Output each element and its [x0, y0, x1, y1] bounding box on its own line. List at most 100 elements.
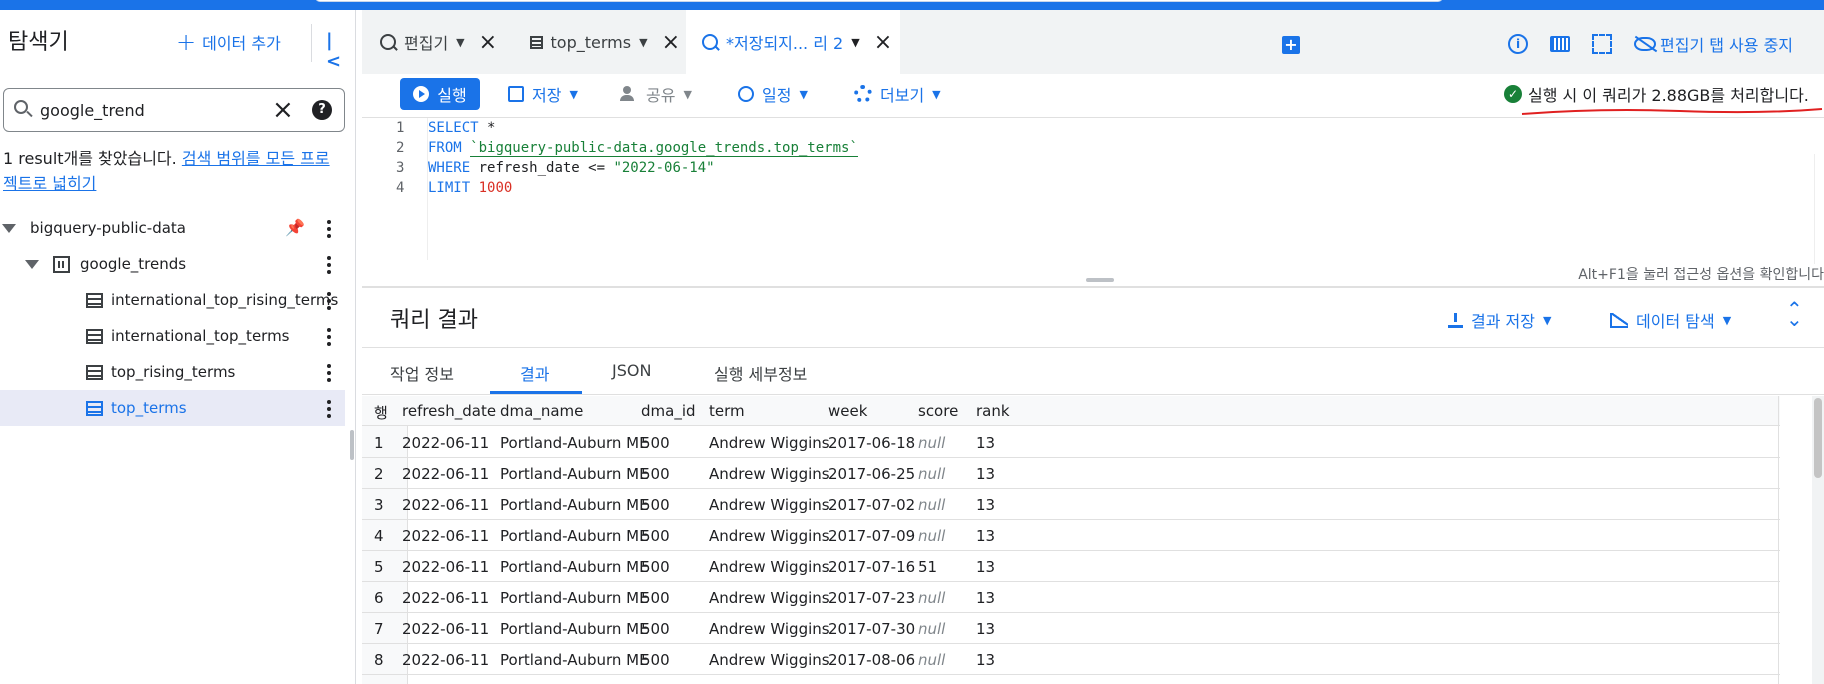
search-icon	[14, 100, 28, 114]
tab-json[interactable]: JSON	[612, 361, 651, 380]
more-options-icon[interactable]	[327, 256, 331, 274]
close-tab-icon[interactable]: ×	[874, 30, 892, 55]
line-number: 2	[396, 140, 405, 156]
code-line[interactable]: FROM `bigquery-public-data.google_trends…	[428, 140, 858, 157]
tab-results[interactable]: 결과	[520, 361, 549, 385]
sql-editor[interactable]: 1 2 3 4 SELECT * FROM `bigquery-public-d…	[362, 118, 1824, 286]
table-row[interactable]: 6 2022-06-11 Portland-Auburn ME 500 Andrew W…	[362, 582, 1780, 613]
close-tab-icon[interactable]: ×	[662, 30, 680, 55]
pin-icon[interactable]: 📌	[285, 218, 305, 237]
clear-search-icon[interactable]: ×	[272, 95, 294, 125]
table-row[interactable]: 1 2022-06-11 Portland-Auburn ME 500 Andrew W…	[362, 427, 1780, 458]
results-scrollbar[interactable]	[1812, 396, 1824, 684]
more-options-icon[interactable]	[327, 400, 331, 418]
table-row[interactable]: 5 2022-06-11 Portland-Auburn ME 500 Andrew W…	[362, 551, 1780, 582]
tab-execution-details[interactable]: 실행 세부정보	[714, 361, 807, 385]
table-row[interactable]: 8 2022-06-11 Portland-Auburn ME 500 Andrew W…	[362, 644, 1780, 675]
column-header[interactable]: refresh_date	[402, 402, 496, 420]
expand-arrow-icon[interactable]	[25, 259, 39, 269]
more-button[interactable]: 더보기 ▼	[854, 82, 941, 106]
chevron-down-icon[interactable]: ▼	[456, 36, 464, 49]
code-line[interactable]: WHERE refresh_date <= "2022-06-14"	[428, 160, 715, 176]
collapse-panel-icon[interactable]: |<	[326, 30, 346, 72]
run-button[interactable]: 실행	[400, 78, 480, 110]
column-header[interactable]: rank	[976, 402, 1010, 420]
more-options-icon[interactable]	[327, 292, 331, 310]
editor-scrollbar[interactable]	[1814, 154, 1824, 264]
table-cell: 2022-06-11	[402, 496, 490, 514]
table-cell: null	[918, 527, 946, 545]
table-cell: 13	[976, 620, 996, 638]
tree-item-table-selected[interactable]: top_terms	[0, 390, 345, 426]
disable-editor-tabs-button[interactable]: 편집기 탭 사용 중지	[1634, 32, 1793, 56]
search-input[interactable]: google_trend	[40, 101, 145, 120]
expand-arrow-icon[interactable]	[2, 223, 16, 233]
info-icon[interactable]: i	[1508, 34, 1528, 54]
table-row[interactable]: 3 2022-06-11 Portland-Auburn ME 500 Andrew W…	[362, 489, 1780, 520]
column-header[interactable]: score	[918, 402, 958, 420]
table-cell: 2022-06-11	[402, 620, 490, 638]
table-reference[interactable]: `bigquery-public-data.google_trends.top_…	[470, 140, 858, 157]
column-header[interactable]: dma_name	[500, 402, 583, 420]
table-icon	[530, 35, 543, 49]
table-cell: Andrew Wiggins	[709, 496, 830, 514]
share-button[interactable]: 공유 ▼	[620, 82, 692, 106]
tab-job-info[interactable]: 작업 정보	[390, 361, 454, 385]
more-options-icon[interactable]	[327, 328, 331, 346]
fullscreen-icon[interactable]	[1592, 34, 1612, 54]
table-row[interactable]: 2 2022-06-11 Portland-Auburn ME 500 Andrew W…	[362, 458, 1780, 489]
column-header[interactable]: term	[709, 402, 745, 420]
more-options-icon[interactable]	[327, 364, 331, 382]
save-label: 저장	[532, 86, 562, 105]
table-cell: Andrew Wiggins	[709, 620, 830, 638]
tree-item-table[interactable]: international_top_rising_terms	[0, 282, 345, 318]
gear-icon	[854, 85, 872, 103]
save-results-button[interactable]: 결과 저장 ▼	[1448, 308, 1551, 332]
tab-label: 편집기	[404, 34, 449, 53]
table-cell: 500	[641, 620, 670, 638]
chevron-down-icon: ▼	[1722, 313, 1732, 327]
chevron-down-icon: ▼	[683, 87, 692, 101]
drag-handle-icon[interactable]	[1086, 278, 1114, 282]
table-row[interactable]: 7 2022-06-11 Portland-Auburn ME 500 Andrew W…	[362, 613, 1780, 644]
column-header[interactable]: dma_id	[641, 402, 696, 420]
tab-unsaved-query[interactable]: *저장되지... 리 2 ▼ ×	[686, 10, 900, 74]
save-button[interactable]: 저장 ▼	[508, 82, 578, 106]
table-cell: 2022-06-11	[402, 558, 490, 576]
run-label: 실행	[437, 86, 467, 105]
explore-data-button[interactable]: 데이터 탐색 ▼	[1610, 308, 1731, 332]
code-line[interactable]: LIMIT 1000	[428, 180, 512, 196]
add-data-label: 데이터 추가	[202, 34, 281, 53]
panel-resize-handle[interactable]	[350, 430, 354, 460]
tree-item-label: top_rising_terms	[111, 363, 236, 381]
tree-item-dataset[interactable]: google_trends	[0, 246, 345, 282]
column-header[interactable]: week	[828, 402, 867, 420]
tree-item-table[interactable]: top_rising_terms	[0, 354, 345, 390]
schedule-button[interactable]: 일정 ▼	[738, 82, 808, 106]
tree-item-project[interactable]: bigquery-public-data 📌	[0, 210, 345, 246]
clock-icon	[738, 86, 754, 102]
expand-panel-icon[interactable]: ⌃ ⌄	[1786, 299, 1803, 329]
table-row[interactable]: 4 2022-06-11 Portland-Auburn ME 500 Andrew W…	[362, 520, 1780, 551]
scrollbar-thumb[interactable]	[1814, 398, 1822, 478]
line-number: 1	[396, 120, 405, 136]
explorer-search-box: google_trend × ?	[3, 88, 345, 132]
new-tab-icon[interactable]: +	[1282, 36, 1300, 54]
keyboard-icon[interactable]	[1550, 36, 1570, 52]
tab-editor[interactable]: 편집기 ▼ ×	[380, 10, 520, 74]
column-header[interactable]: 행	[374, 402, 388, 423]
table-cell: 51	[918, 558, 938, 576]
table-cell: 2022-06-11	[402, 589, 490, 607]
close-tab-icon[interactable]: ×	[479, 30, 497, 55]
tab-top-terms[interactable]: top_terms ▼ ×	[530, 10, 680, 74]
tree-item-table[interactable]: international_top_terms	[0, 318, 345, 354]
table-border	[1778, 396, 1779, 684]
divider	[311, 24, 312, 62]
chevron-down-icon[interactable]: ▼	[851, 36, 859, 49]
more-options-icon[interactable]	[327, 220, 331, 238]
chevron-down-icon[interactable]: ▼	[639, 36, 647, 49]
add-data-button[interactable]: + 데이터 추가	[176, 30, 281, 54]
code-line[interactable]: SELECT *	[428, 120, 495, 136]
code-text: refresh_date <=	[470, 160, 614, 176]
help-icon[interactable]: ?	[312, 100, 332, 120]
